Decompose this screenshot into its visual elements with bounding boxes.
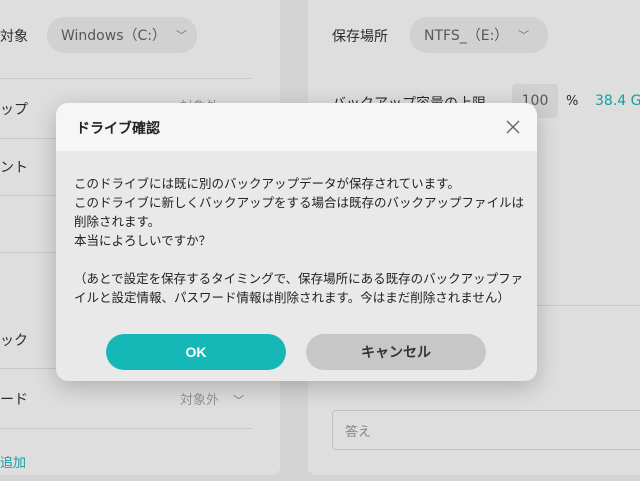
message-line-2: このドライブに新しくバックアップをする場合は既存のバックアップファイルは削除され… — [74, 196, 525, 229]
dialog-header: ドライブ確認 — [56, 103, 537, 151]
drive-confirm-dialog: ドライブ確認 このドライブには既に別のバックアップデータが保存されています。 こ… — [56, 103, 537, 381]
ok-button[interactable]: OK — [106, 334, 286, 370]
message-note: （あとで設定を保存するタイミングで、保存場所にある既存のバックアップファイルと設… — [74, 272, 524, 305]
dialog-title: ドライブ確認 — [76, 120, 160, 136]
message-line-1: このドライブには既に別のバックアップデータが保存されています。 — [74, 177, 460, 191]
close-icon[interactable] — [503, 117, 523, 137]
cancel-button[interactable]: キャンセル — [306, 334, 486, 370]
dialog-message: このドライブには既に別のバックアップデータが保存されています。 このドライブに新… — [74, 175, 524, 308]
message-line-3: 本当によろしいですか？ — [74, 234, 212, 248]
